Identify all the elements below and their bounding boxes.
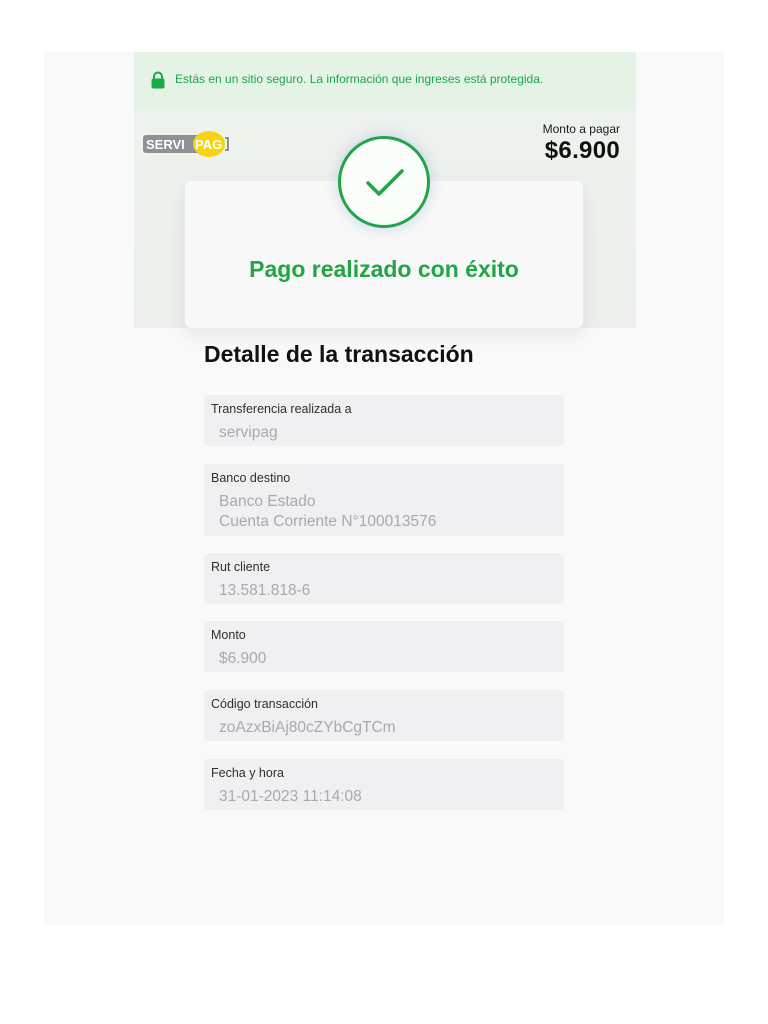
servipag-logo: SERVI PAG [143, 131, 229, 157]
field-client-rut: Rut cliente 13.581.818-6 [204, 553, 564, 604]
field-value: 31-01-2023 11:14:08 [219, 788, 362, 805]
field-destination-bank: Banco destino Banco Estado Cuenta Corrie… [204, 464, 564, 536]
success-message: Pago realizado con éxito [249, 256, 519, 282]
field-amount: Monto $6.900 [204, 621, 564, 672]
field-label: Monto [211, 628, 246, 642]
amount-value: $6.900 [544, 137, 620, 164]
field-value: 13.581.818-6 [219, 582, 311, 599]
field-label: Rut cliente [211, 560, 271, 574]
field-label: Código transacción [211, 697, 319, 711]
amount-label: Monto a pagar [542, 122, 620, 136]
lock-icon [151, 71, 165, 89]
field-value: servipag [219, 424, 278, 441]
field-value: Banco Estado [219, 493, 316, 510]
svg-text:PAG: PAG [195, 137, 222, 152]
field-recipient: Transferencia realizada a servipag [204, 395, 564, 446]
field-transaction-code: Código transacción zoAzxBiAj80cZYbCgTCm [204, 690, 564, 741]
field-label: Transferencia realizada a [211, 402, 352, 416]
field-value-account: Cuenta Corriente N°100013576 [219, 513, 437, 530]
section-title: Detalle de la transacción [204, 341, 474, 367]
svg-text:SERVI: SERVI [146, 137, 185, 152]
check-circle-icon [338, 136, 430, 228]
field-label: Fecha y hora [211, 766, 284, 780]
secure-message: Estás en un sitio seguro. La información… [175, 72, 544, 86]
field-label: Banco destino [211, 471, 291, 485]
field-value: zoAzxBiAj80cZYbCgTCm [219, 719, 396, 736]
field-value: $6.900 [219, 650, 267, 667]
field-date-time: Fecha y hora 31-01-2023 11:14:08 [204, 759, 564, 810]
